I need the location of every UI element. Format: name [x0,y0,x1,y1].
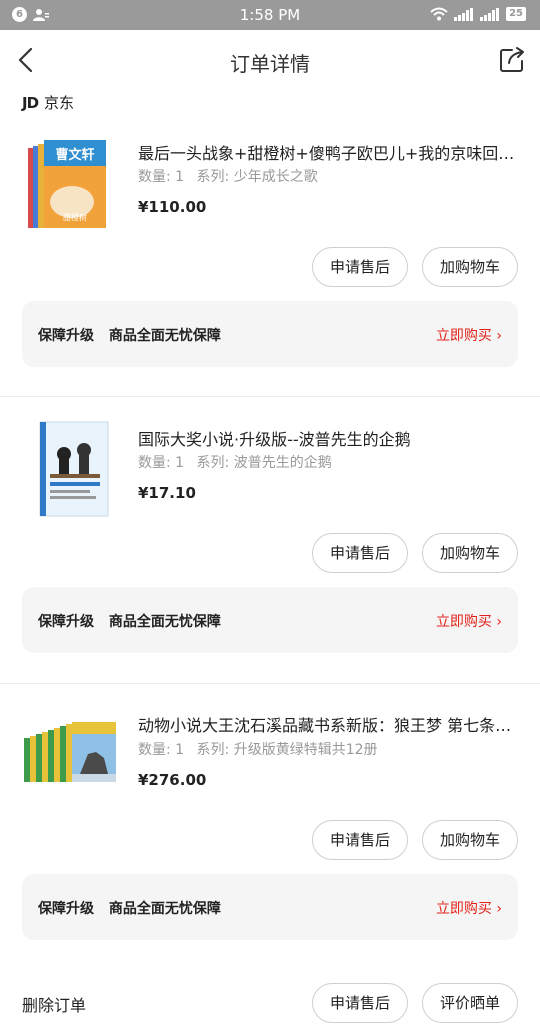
product-price: ¥276.00 [138,771,207,789]
guarantee-desc: 商品全面无忧保障 [108,328,221,344]
add-to-cart-button[interactable]: 加购物车 [422,247,518,287]
product-meta: 数量: 1 系列: 升级版黄绿特辑共12册 [138,739,386,759]
product-quantity: 数量: 1 [138,169,185,185]
add-to-cart-button[interactable]: 加购物车 [422,820,518,860]
guarantee-text: 保障升级 商品全面无忧保障 [38,898,231,918]
product-series: 系列: 少年成长之歌 [196,169,318,185]
guarantee-upgrade-label: 保障升级 [38,901,94,917]
guarantee-upgrade-label: 保障升级 [38,614,94,630]
thumbnail-subtitle: 甜橙树 [63,212,87,222]
product-meta: 数量: 1 系列: 波普先生的企鹅 [138,452,340,472]
after-sale-button[interactable]: 申请售后 [312,247,408,287]
battery-icon: 25 [506,7,526,21]
product-thumbnail[interactable]: 曹文轩 甜橙树 [22,136,122,236]
product-quantity: 数量: 1 [138,455,185,471]
page-title: 订单详情 [230,52,310,76]
shop-name: 京东 [44,94,75,112]
guarantee-desc: 商品全面无忧保障 [108,901,221,917]
signal-icon [454,7,474,21]
after-sale-button[interactable]: 申请售后 [312,533,408,573]
product-price: ¥110.00 [138,198,207,216]
section-divider [0,396,540,397]
review-button[interactable]: 评价晒单 [422,983,518,1023]
buy-now-link[interactable]: 立即购买 › [436,611,502,631]
signal-icon-2 [480,7,500,21]
nav-bar: 订单详情 [0,30,540,90]
buy-now-link[interactable]: 立即购买 › [436,898,502,918]
product-title[interactable]: 动物小说大王沈石溪品藏书系新版：狼王梦 第七条猎狗 [138,712,518,736]
guarantee-desc: 商品全面无忧保障 [108,614,221,630]
product-meta: 数量: 1 系列: 少年成长之歌 [138,166,326,186]
status-bar: 6 1:58 PM 25 [0,0,540,30]
guarantee-text: 保障升级 商品全面无忧保障 [38,325,231,345]
jd-logo: JD [22,93,39,112]
product-series: 系列: 升级版黄绿特辑共12册 [196,742,378,758]
bottom-action-bar: 删除订单 申请售后 评价晒单 [0,972,540,1030]
share-icon[interactable] [498,46,526,74]
delete-order-button[interactable]: 删除订单 [22,992,86,1016]
section-divider [0,683,540,684]
add-to-cart-button[interactable]: 加购物车 [422,533,518,573]
product-title[interactable]: 最后一头战象+甜橙树+傻鸭子欧巴儿+我的京味回忆录 [138,140,518,164]
after-sale-button[interactable]: 申请售后 [312,983,408,1023]
guarantee-upgrade-label: 保障升级 [38,328,94,344]
product-price: ¥17.10 [138,484,196,502]
product-thumbnail[interactable] [22,420,122,520]
product-title[interactable]: 国际大奖小说·升级版--波普先生的企鹅 [138,426,518,450]
guarantee-banner[interactable]: 保障升级 商品全面无忧保障 立即购买 › [22,874,518,940]
product-series: 系列: 波普先生的企鹅 [196,455,332,471]
status-right: 25 [430,7,526,21]
buy-now-link[interactable]: 立即购买 › [436,325,502,345]
product-quantity: 数量: 1 [138,742,185,758]
guarantee-banner[interactable]: 保障升级 商品全面无忧保障 立即购买 › [22,587,518,653]
wifi-icon [430,7,448,21]
guarantee-text: 保障升级 商品全面无忧保障 [38,611,231,631]
product-thumbnail[interactable] [22,708,122,808]
after-sale-button[interactable]: 申请售后 [312,820,408,860]
guarantee-banner[interactable]: 保障升级 商品全面无忧保障 立即购买 › [22,301,518,367]
thumbnail-title: 曹文轩 [55,147,94,163]
shop-header[interactable]: JD 京东 [22,92,74,113]
